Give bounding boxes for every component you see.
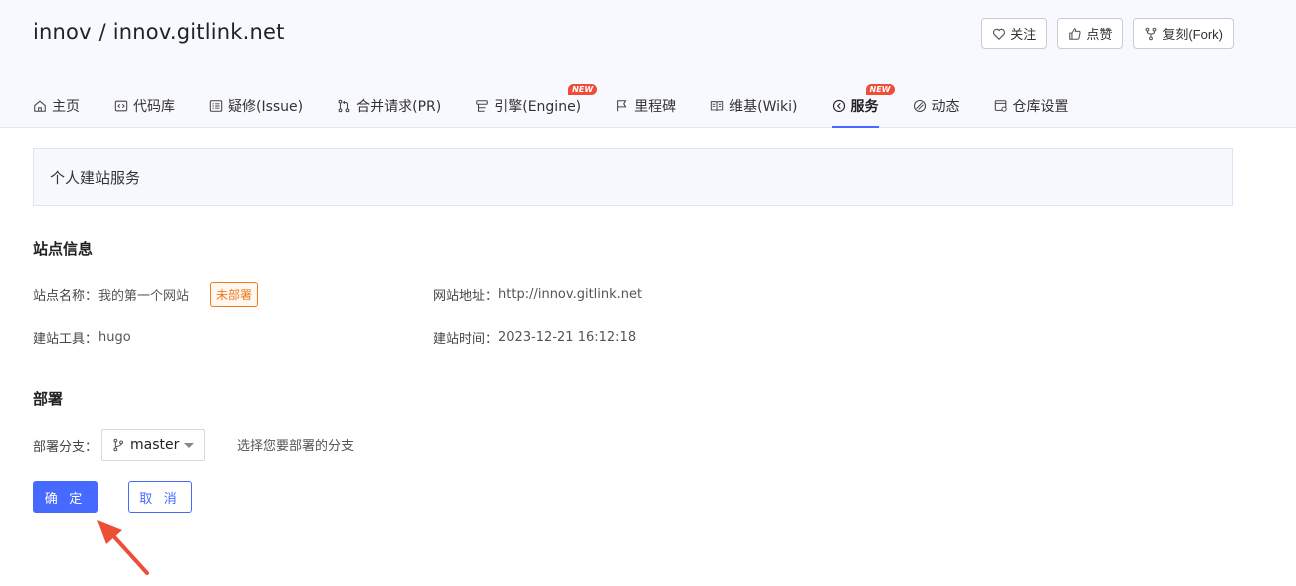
repo-title[interactable]: innov / innov.gitlink.net: [33, 20, 285, 44]
code-icon: [114, 100, 128, 112]
site-tool-value: hugo: [98, 330, 131, 345]
deploy-branch-field: 部署分支： master: [33, 429, 206, 461]
watch-button[interactable]: 关注: [981, 18, 1048, 49]
fork-label: 复刻(Fork): [1162, 27, 1223, 42]
tab-home-label: 主页: [52, 99, 80, 115]
new-badge: NEW: [865, 84, 895, 95]
fork-icon: [1145, 27, 1157, 40]
repo-header: innov / innov.gitlink.net 关注 点赞 复刻(Fork)…: [0, 0, 1296, 128]
tab-wiki[interactable]: 维基(Wiki): [710, 84, 798, 128]
tab-engine-label: 引擎(Engine): [494, 99, 582, 115]
panel-title: 个人建站服务: [33, 148, 1233, 206]
activity-icon: [913, 99, 926, 113]
tab-issue-label: 疑修(Issue): [228, 99, 304, 115]
like-button[interactable]: 点赞: [1057, 18, 1124, 49]
new-badge: NEW: [568, 84, 598, 95]
pull-request-icon: [338, 99, 350, 113]
tab-pr[interactable]: 合并请求(PR): [337, 84, 441, 128]
site-time-label: 建站时间：: [433, 332, 499, 347]
branch-icon: [113, 438, 124, 452]
heart-icon: [993, 28, 1006, 40]
site-time-value: 2023-12-21 16:12:18: [498, 330, 637, 345]
site-name-value: 我的第一个网站: [98, 288, 190, 304]
tab-settings[interactable]: 仓库设置: [994, 84, 1069, 128]
tab-milestone-label: 里程碑: [634, 99, 677, 115]
deploy-title: 部署: [33, 390, 64, 408]
book-icon: [710, 101, 724, 111]
repo-actions: 关注 点赞 复刻(Fork): [981, 18, 1234, 49]
site-info-title: 站点信息: [33, 240, 94, 258]
watch-label: 关注: [1010, 27, 1037, 42]
flag-icon: [617, 100, 627, 112]
tab-wiki-label: 维基(Wiki): [729, 99, 798, 115]
branch-select[interactable]: master: [101, 429, 206, 461]
tab-engine[interactable]: 引擎(Engine) NEW: [475, 84, 598, 128]
deploy-branch-label: 部署分支：: [33, 439, 99, 455]
site-tool-field: 建站工具： hugo: [33, 328, 131, 347]
service-icon: [832, 99, 845, 113]
branch-hint: 选择您要部署的分支: [237, 439, 355, 454]
tab-home[interactable]: 主页: [33, 84, 80, 128]
home-icon: [34, 100, 46, 112]
thumbs-up-icon: [1069, 27, 1081, 40]
tab-code-label: 代码库: [133, 99, 175, 115]
tab-activity-label: 动态: [931, 99, 960, 115]
fork-button[interactable]: 复刻(Fork): [1133, 18, 1234, 49]
annotation-arrow-icon: [97, 520, 149, 575]
like-label: 点赞: [1086, 27, 1113, 42]
settings-icon: [994, 100, 1007, 112]
cancel-button[interactable]: 取 消: [128, 481, 192, 513]
tab-service[interactable]: 服务 NEW: [831, 84, 895, 128]
site-tool-label: 建站工具：: [33, 332, 99, 347]
site-name-field: 站点名称： 我的第一个网站 未部署: [33, 281, 259, 307]
issue-icon: [209, 100, 223, 112]
tab-activity[interactable]: 动态: [913, 84, 960, 128]
tab-pr-label: 合并请求(PR): [356, 99, 442, 115]
site-name-label: 站点名称：: [33, 288, 99, 304]
tab-code[interactable]: 代码库: [114, 84, 175, 128]
chevron-down-icon: [184, 443, 195, 448]
status-badge: 未部署: [210, 281, 259, 307]
tab-settings-label: 仓库设置: [1012, 99, 1069, 115]
site-time-field: 建站时间： 2023-12-21 16:12:18: [433, 328, 636, 347]
site-url-field: 网站地址： http://innov.gitlink.net: [433, 285, 642, 304]
engine-icon: [476, 100, 489, 112]
tab-issue[interactable]: 疑修(Issue): [209, 84, 303, 128]
site-url-value[interactable]: http://innov.gitlink.net: [498, 287, 642, 302]
confirm-button[interactable]: 确 定: [33, 481, 98, 513]
repo-tabs: 主页 代码库 疑修(Issue) 合并请求(PR) 引擎(Engine) NEW…: [33, 84, 1103, 128]
site-url-label: 网站地址：: [433, 289, 499, 304]
branch-value: master: [130, 437, 180, 453]
tab-service-label: 服务: [850, 99, 879, 115]
tab-milestone[interactable]: 里程碑: [615, 84, 676, 128]
